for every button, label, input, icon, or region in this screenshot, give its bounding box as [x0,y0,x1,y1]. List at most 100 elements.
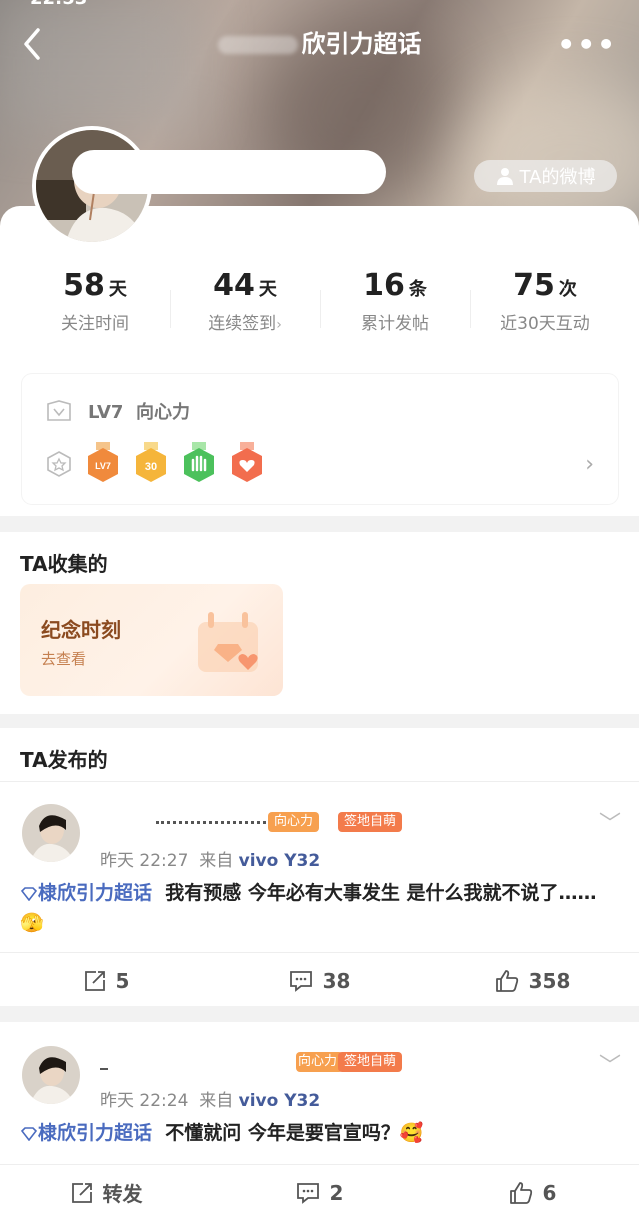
stat-unit: 天 [258,279,277,300]
post-divider [0,1006,639,1022]
diamond-icon [20,886,38,901]
stat-follow-time: 58 天 关注时间 [20,268,170,348]
comment-count: 38 [322,968,351,993]
post-content: 棣欣引力超话 不懂就问 今年是要官宣吗？🥰 [20,1118,610,1148]
stat-total-posts: 16 条 累计发帖 [320,268,470,348]
like-button[interactable]: 358 [426,953,639,1008]
comment-icon [296,1182,319,1204]
username-mask [72,150,386,194]
comment-button[interactable]: 38 [213,953,426,1008]
tag-level: 向心力 [268,812,320,832]
memorial-moment-card[interactable]: 纪念时刻 去查看 [20,584,283,696]
medal-30: 30 [134,442,168,486]
stat-number: 58 [63,268,105,303]
stat-number: 44 [213,268,255,303]
post-card[interactable]: 向心力 签地自萌 昨天 22:27 来自 vivo Y32 ﹀ 棣欣引力超话 我… [0,782,639,1006]
top-bar: 22:53 欣引力超话 ••• [0,0,639,90]
post-actions: 转发 2 6 [0,1164,639,1215]
share-label: 转发 [102,1182,143,1206]
stat-label: 连续签到 [208,314,277,334]
stat-number: 75 [513,268,555,303]
level-name: 向心力 [136,402,190,423]
collected-title: TA收集的 [20,552,108,576]
like-icon [495,969,518,992]
share-button[interactable]: 5 [0,953,213,1008]
stat-label: 关注时间 [61,314,129,334]
post-avatar[interactable] [22,1046,80,1104]
share-icon [71,1182,92,1203]
post-card[interactable]: 向心力 签地自萌 昨天 22:24 来自 vivo Y32 ﹀ 棣欣引力超话 不… [0,1022,639,1215]
comment-icon [289,970,312,992]
page-title: 欣引力超话 [0,24,639,59]
post-from: 来自 [199,851,234,871]
share-button[interactable]: 转发 [0,1165,213,1215]
medal-lv7-text: LV7 [95,461,111,471]
share-icon [84,970,105,991]
comment-button[interactable]: 2 [213,1165,426,1215]
published-header: TA发布的 [0,728,639,782]
section-divider [0,516,639,532]
collected-section: TA收集的 纪念时刻 去查看 [0,532,639,714]
memo-card-title: 纪念时刻 [41,618,121,642]
post-meta: 昨天 22:24 来自 vivo Y32 [100,1086,320,1111]
chevron-right-icon: › [276,317,282,333]
post-device: vivo Y32 [238,1091,321,1111]
stat-unit: 条 [408,279,427,300]
like-count: 358 [528,968,571,993]
level-row: LV7 向心力 [46,398,190,424]
stat-unit: 次 [558,279,577,300]
chevron-down-icon[interactable]: ﹀ [599,806,621,838]
like-button[interactable]: 6 [426,1165,639,1215]
medal-lv7: LV7 [86,442,120,486]
stat-label: 近30天互动 [500,314,590,334]
medal-30-text: 30 [145,461,157,473]
post-meta: 昨天 22:27 来自 vivo Y32 [100,846,320,871]
chevron-down-icon[interactable]: ﹀ [599,1048,621,1080]
medal-green [182,442,216,486]
status-time: 22:53 [30,0,87,9]
post-time: 昨天 22:27 [100,851,189,871]
level-badges-box[interactable]: LV7 向心力 LV7 30 › [22,374,618,504]
profile-card: 58 天 关注时间 44 天 连续签到› 16 条 累计发帖 75 次 近30天互动 L… [0,206,639,516]
medal-30-icon: 30 [136,442,166,482]
ta-weibo-label: TA的微博 [519,167,596,188]
stat-unit: 天 [108,279,127,300]
topic-link[interactable]: 棣欣引力超话 [38,1122,152,1144]
title-name-mask [217,36,298,54]
post-device: vivo Y32 [238,851,321,871]
calendar-heart-icon [198,612,258,672]
section-divider [0,714,639,728]
post-from: 来自 [199,1091,234,1111]
stat-interactions: 75 次 近30天互动 [470,268,620,348]
level-code: LV7 [88,402,124,423]
post-content: 棣欣引力超话 我有预感 今年必有大事发生 是什么我就不说了……🫣 [20,878,610,938]
diamond-icon [20,1126,38,1141]
medal-lv7-icon: LV7 [88,442,118,482]
post-username-mask [156,812,266,824]
medal-hand-icon [184,442,214,482]
share-count: 5 [115,968,130,993]
topic-link[interactable]: 棣欣引力超话 [38,882,152,904]
more-menu-button[interactable]: ••• [557,28,617,61]
chevron-right-icon[interactable]: › [585,452,594,477]
published-title: TA发布的 [20,748,108,772]
post-username-mask [100,1062,108,1070]
memo-card-link: 去查看 [41,650,87,668]
like-count: 6 [542,1180,557,1205]
medal-heart-icon [232,442,262,482]
level-shield-icon [47,400,71,421]
stat-label: 累计发帖 [361,314,429,334]
comment-count: 2 [329,1180,344,1205]
ta-weibo-button[interactable]: TA的微博 [474,160,617,192]
like-icon [509,1181,532,1204]
medal-red [230,442,264,486]
tag-level: 向心力 [296,1052,344,1072]
post-time: 昨天 22:24 [100,1091,189,1111]
badge-row: LV7 30 [46,442,264,486]
post-actions: 5 38 358 [0,952,639,1008]
stats-row: 58 天 关注时间 44 天 连续签到› 16 条 累计发帖 75 次 近30天互动 [20,268,620,348]
stat-checkin-streak[interactable]: 44 天 连续签到› [170,268,320,348]
medal-outline-icon [47,451,71,477]
tag-checkin: 签地自萌 [338,812,403,832]
post-avatar[interactable] [22,804,80,862]
